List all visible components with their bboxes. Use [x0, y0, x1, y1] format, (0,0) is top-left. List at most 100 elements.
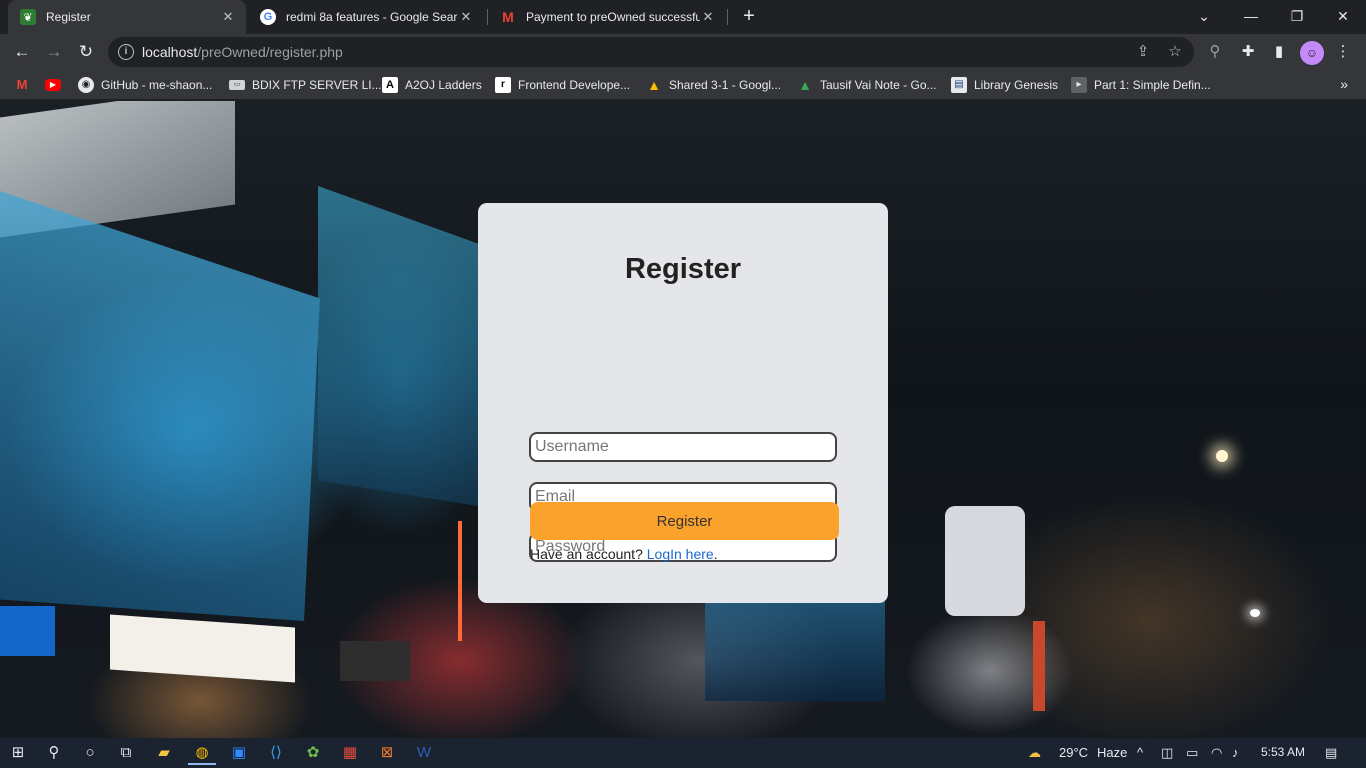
minimize-icon[interactable]: — [1228, 4, 1274, 30]
weather-desc[interactable]: Haze [1097, 745, 1127, 760]
extension-lamp-icon[interactable]: ⚲ [1203, 40, 1227, 64]
close-icon[interactable]: ✕ [700, 9, 716, 25]
bookmark-label: Shared 3-1 - Googl... [669, 78, 782, 92]
browser-toolbar: ← → ↻ i localhost/preOwned/register.php … [0, 34, 1366, 70]
login-prompt: Have an account? LogIn here. [530, 546, 718, 562]
bookmark-frontend[interactable]: r Frontend Develope... [495, 76, 630, 94]
volume-icon[interactable]: ♪ [1232, 745, 1239, 760]
weather-temp[interactable]: 29°C [1059, 745, 1088, 760]
file-explorer-icon[interactable]: ▰ [150, 741, 178, 765]
a2oj-icon: A [382, 77, 398, 93]
zoom-icon[interactable]: ▣ [225, 741, 253, 765]
bookmark-star-icon[interactable]: ☆ [1165, 42, 1185, 62]
google-icon: G [260, 9, 276, 25]
sign-blue [0, 606, 55, 656]
tab-register[interactable]: ❦ Register ✕ [8, 0, 246, 34]
task-view-icon[interactable]: ⧉ [112, 741, 140, 765]
tab-title: redmi 8a features - Google Search [286, 10, 458, 24]
url-text[interactable]: localhost/preOwned/register.php [142, 44, 343, 60]
neon-vertical [458, 521, 462, 641]
drive-icon: ▲ [647, 77, 661, 93]
puzzle-extensions-icon[interactable]: ✚ [1236, 40, 1260, 64]
side-panel-icon[interactable]: ▮ [1267, 40, 1291, 64]
billboard-pets [945, 506, 1025, 616]
new-tab-button[interactable]: + [738, 5, 760, 29]
frontend-icon: r [495, 77, 511, 93]
street-light-small [1250, 609, 1260, 617]
bookmark-a2oj[interactable]: A A2OJ Ladders [382, 76, 482, 94]
xampp-icon[interactable]: ⊠ [373, 741, 401, 765]
tab-search-icon[interactable]: ⌄ [1181, 4, 1227, 30]
forward-arrow-icon[interactable]: → [40, 38, 68, 66]
bookmark-libgen[interactable]: ▤ Library Genesis [951, 76, 1058, 94]
login-link[interactable]: LogIn here [647, 546, 714, 562]
github-icon: ◉ [78, 77, 94, 93]
windows-start-icon[interactable]: ⊞ [4, 741, 32, 765]
menu-kebab-icon[interactable]: ⋮ [1331, 40, 1355, 64]
search-icon[interactable]: ⚲ [40, 741, 68, 765]
bookmark-bdix[interactable]: ▭ BDIX FTP SERVER LI... [229, 76, 382, 94]
close-icon[interactable]: ✕ [220, 9, 236, 25]
sign-roast [340, 641, 410, 681]
share-icon[interactable]: ⇪ [1133, 42, 1153, 62]
app-icon-green[interactable]: ✿ [299, 741, 327, 765]
sign-rays-pizza [110, 614, 295, 683]
username-input[interactable] [529, 432, 837, 462]
page-viewport: Register Register Have an account? LogIn… [0, 101, 1366, 738]
drive-icon: ▲ [798, 77, 812, 93]
reload-icon[interactable]: ↻ [72, 38, 100, 66]
window-close-icon[interactable]: ✕ [1320, 4, 1366, 30]
sign-applebees [1033, 621, 1045, 711]
leaf-icon: ❦ [20, 9, 36, 25]
wifi-icon[interactable]: ◠ [1211, 745, 1222, 761]
meet-now-icon[interactable]: ◫ [1161, 745, 1173, 761]
app-icon-tiles[interactable]: ▦ [336, 741, 364, 765]
youtube-icon: ▶ [45, 79, 61, 91]
login-suffix: . [713, 546, 718, 562]
chrome-icon[interactable]: ◍ [188, 741, 216, 765]
gmail-icon: M [502, 9, 514, 25]
library-icon: ▤ [951, 77, 967, 93]
bookmark-part1[interactable]: ▸ Part 1: Simple Defin... [1071, 76, 1211, 94]
restore-icon[interactable]: ❐ [1274, 4, 1320, 30]
back-arrow-icon[interactable]: ← [8, 38, 36, 66]
close-icon[interactable]: ✕ [458, 9, 474, 25]
register-button[interactable]: Register [530, 502, 839, 540]
weather-icon[interactable]: ☁ [1028, 745, 1041, 761]
word-icon[interactable]: W [410, 741, 438, 765]
bookmark-github[interactable]: ◉ GitHub - me-shaon... [78, 76, 212, 94]
tab-title: Payment to preOwned successful [526, 10, 700, 24]
tab-divider [727, 9, 728, 25]
server-icon: ▭ [229, 80, 245, 90]
site-info-icon[interactable]: i [118, 44, 134, 60]
login-prompt-text: Have an account? [530, 546, 643, 562]
register-card: Register Register Have an account? LogIn… [478, 203, 888, 603]
chevron-right-double-icon[interactable]: » [1340, 76, 1348, 92]
billboard-game [0, 191, 320, 621]
billboard-comedy [705, 601, 885, 701]
battery-icon[interactable]: ▭ [1186, 745, 1198, 761]
bookmark-tausif-note[interactable]: ▲ Tausif Vai Note - Go... [797, 76, 937, 94]
profile-avatar[interactable]: ☺ [1300, 41, 1324, 65]
bookmark-youtube[interactable]: ▶ [45, 76, 68, 94]
cortana-icon[interactable]: ○ [76, 741, 104, 765]
bookmark-shared[interactable]: ▲ Shared 3-1 - Googl... [646, 76, 781, 94]
notification-icon[interactable]: ▤ [1325, 745, 1337, 761]
chevron-up-icon[interactable]: ^ [1137, 745, 1143, 760]
bookmark-gmail[interactable]: M [14, 76, 37, 94]
street-light [1216, 450, 1228, 462]
tab-title: Register [46, 10, 91, 24]
tab-bar: ❦ Register ✕ G redmi 8a features - Googl… [0, 0, 1366, 34]
page-title: Register [624, 253, 742, 285]
page-icon: ▸ [1071, 77, 1087, 93]
bookmark-label: Library Genesis [974, 78, 1059, 92]
tab-google-search[interactable]: G redmi 8a features - Google Search ✕ [248, 0, 484, 34]
vscode-icon[interactable]: ⟨⟩ [262, 741, 290, 765]
bookmark-label: A2OJ Ladders [405, 78, 482, 92]
bookmark-label: Frontend Develope... [518, 78, 631, 92]
tab-payment[interactable]: M Payment to preOwned successful ✕ [488, 0, 726, 34]
bookmark-label: Tausif Vai Note - Go... [820, 78, 937, 92]
clock[interactable]: 5:53 AM [1261, 745, 1305, 759]
address-bar[interactable]: i localhost/preOwned/register.php ⇪ ☆ [108, 37, 1194, 67]
bookmark-label: BDIX FTP SERVER LI... [252, 78, 382, 92]
